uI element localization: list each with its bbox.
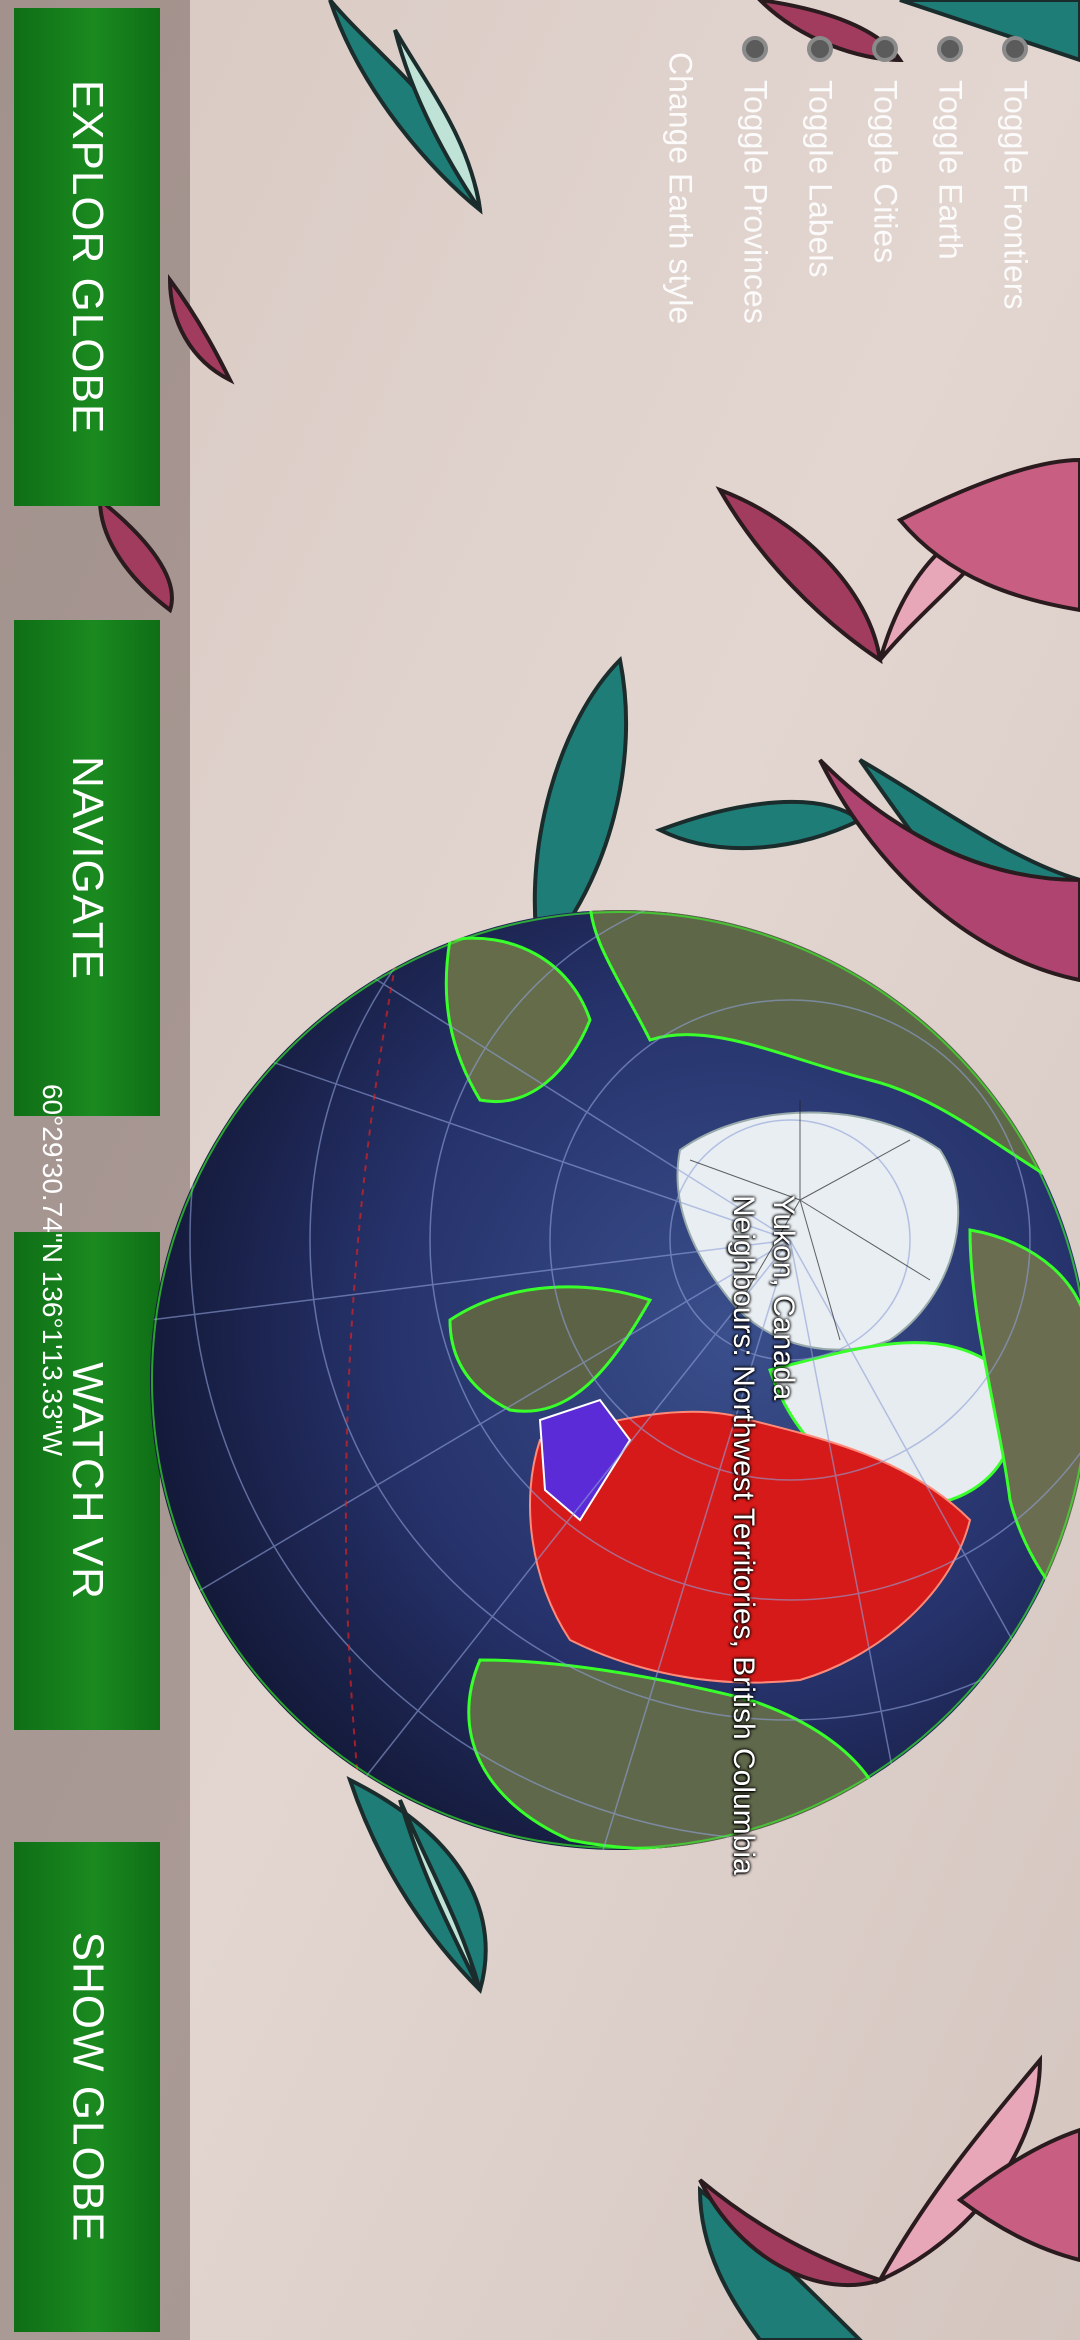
show-globe-button[interactable]: SHOW GLOBE [14,1842,160,2332]
toggle-cities-label: Toggle Cities [867,80,904,264]
explore-globe-label: EXPLOR GLOBE [63,79,113,435]
toggle-labels-label: Toggle Labels [802,80,839,278]
radio-icon[interactable] [807,36,833,62]
radio-icon[interactable] [742,36,768,62]
coordinates-readout: 60°29'30.74"N 136°1'13.33"W [32,1084,72,1456]
navigate-button[interactable]: NAVIGATE [14,620,160,1116]
province-info: Yukon, Canada Neighbours: Northwest Terr… [720,1195,800,2075]
coordinates-text: 60°29'30.74"N 136°1'13.33"W [37,1083,69,1457]
radio-icon[interactable] [1002,36,1028,62]
explore-globe-button[interactable]: EXPLOR GLOBE [14,8,160,506]
province-name: Yukon, Canada [767,1195,800,1401]
province-neighbours: Neighbours: Northwest Territories, Briti… [727,1195,760,1875]
navigate-label: NAVIGATE [63,756,112,980]
show-globe-label: SHOW GLOBE [63,1931,112,2243]
toggle-frontiers-label: Toggle Frontiers [997,80,1034,310]
earth-globe[interactable] [150,900,1080,1860]
change-earth-style-label: Change Earth style [662,52,699,325]
radio-icon[interactable] [872,36,898,62]
toggle-provinces-label: Toggle Provinces [737,80,774,324]
toggle-earth-label: Toggle Earth [932,80,969,260]
radio-icon[interactable] [937,36,963,62]
